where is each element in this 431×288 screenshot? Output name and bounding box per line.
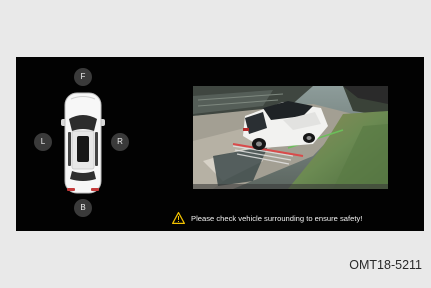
warning-triangle-icon bbox=[172, 212, 185, 224]
safety-warning: Please check vehicle surrounding to ensu… bbox=[172, 211, 362, 225]
car-top-view-icon bbox=[61, 92, 105, 194]
camera-view-image bbox=[193, 86, 388, 189]
right-view-button[interactable]: R bbox=[111, 133, 129, 151]
svm-screen: F L R B Please check vehicle surrounding… bbox=[16, 57, 424, 231]
rear-view-button[interactable]: B bbox=[74, 199, 92, 217]
left-view-button[interactable]: L bbox=[34, 133, 52, 151]
front-view-button[interactable]: F bbox=[74, 68, 92, 86]
warning-message: Please check vehicle surrounding to ensu… bbox=[191, 213, 363, 223]
figure-code: OMT18-5211 bbox=[349, 258, 422, 272]
